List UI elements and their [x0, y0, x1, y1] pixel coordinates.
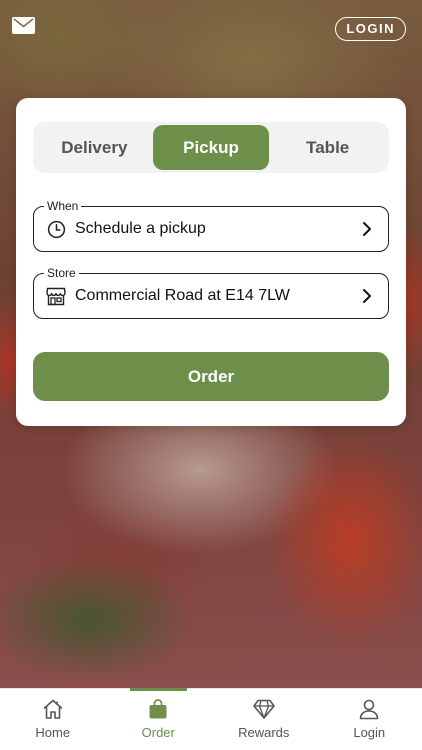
nav-order-label: Order: [141, 725, 175, 740]
clock-icon: [46, 219, 66, 239]
store-label: Store: [44, 265, 79, 281]
home-icon: [41, 697, 65, 721]
nav-home[interactable]: Home: [0, 689, 106, 750]
tab-pickup[interactable]: Pickup: [152, 125, 270, 170]
diamond-icon: [252, 697, 276, 721]
when-label: When: [44, 198, 82, 214]
active-tab-indicator: [129, 688, 187, 691]
when-value: Schedule a pickup: [75, 220, 206, 237]
store-icon: [46, 286, 66, 306]
store-value: Commercial Road at E14 7LW: [75, 287, 290, 304]
nav-rewards-label: Rewards: [238, 725, 290, 740]
tab-table[interactable]: Table: [269, 125, 386, 170]
user-icon: [357, 697, 381, 721]
mail-icon: [12, 17, 35, 39]
order-mode-selector: Delivery Pickup Table: [33, 122, 389, 173]
nav-home-label: Home: [35, 725, 71, 740]
nav-login-label: Login: [353, 725, 386, 740]
order-button[interactable]: Order: [33, 352, 389, 401]
chevron-right-icon: [360, 220, 374, 238]
bag-icon: [146, 697, 170, 721]
nav-order[interactable]: Order: [106, 688, 212, 750]
nav-login[interactable]: Login: [317, 689, 422, 750]
tab-delivery[interactable]: Delivery: [36, 125, 153, 170]
login-button[interactable]: LOGIN: [335, 17, 406, 41]
store-field[interactable]: Store Commercial Road at E14 7LW: [33, 265, 389, 319]
order-card: Delivery Pickup Table When Schedule a pi…: [16, 98, 406, 426]
when-field[interactable]: When Schedule a pickup: [33, 198, 389, 252]
chevron-right-icon: [360, 287, 374, 305]
bottom-tab-bar: Home Order Rewards Login: [0, 688, 422, 750]
nav-rewards[interactable]: Rewards: [211, 689, 317, 750]
mail-button[interactable]: [12, 17, 35, 39]
